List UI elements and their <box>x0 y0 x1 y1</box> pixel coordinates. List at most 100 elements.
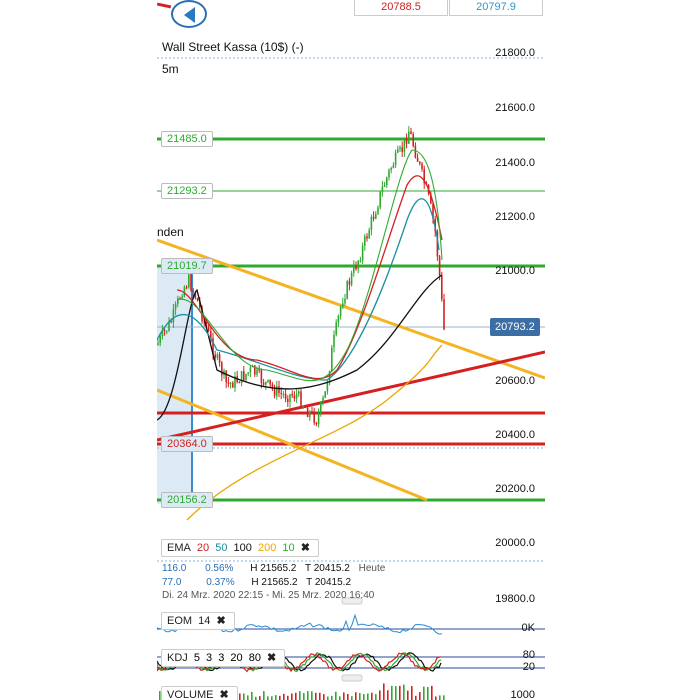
volume-bar <box>335 691 337 700</box>
volume-bar <box>315 692 317 700</box>
candle-body <box>232 382 234 388</box>
volume-bar <box>415 695 417 700</box>
candle-body <box>218 354 221 363</box>
candle-body <box>214 354 216 359</box>
volume-bar <box>399 685 401 700</box>
candle-body <box>269 379 271 385</box>
candle-body <box>403 138 406 152</box>
candle-body <box>339 306 342 316</box>
candle-body <box>300 391 302 408</box>
level-tag-20156[interactable]: 20156.2 <box>161 492 213 508</box>
ask-price: 20797.9 <box>476 1 516 13</box>
candle-body <box>245 373 247 381</box>
volume-bar <box>291 693 293 700</box>
ema-legend[interactable]: EMA 20 50 100 200 10 ✖ <box>161 539 319 557</box>
candle-body <box>337 315 340 323</box>
volume-bar <box>279 695 281 700</box>
candle-body <box>326 382 329 392</box>
y-tick-19800: 19800.0 <box>495 593 535 605</box>
volume-legend[interactable]: VOLUME ✖ <box>161 686 238 700</box>
volume-bar <box>411 686 413 700</box>
candle-body <box>401 147 403 152</box>
volume-bar <box>271 696 273 700</box>
candle-body <box>229 382 232 384</box>
level-tag-21293[interactable]: 21293.2 <box>161 183 213 199</box>
candle-body <box>306 407 309 418</box>
eom-period: 14 <box>198 615 211 627</box>
volume-bar <box>251 691 253 700</box>
volume-bar <box>267 696 269 700</box>
kdj-param-5: 80 <box>248 652 261 664</box>
kdj-legend[interactable]: KDJ 5 3 3 20 80 ✖ <box>161 649 286 667</box>
ema-period-20: 20 <box>196 542 210 554</box>
candle-body <box>249 367 252 373</box>
volume-axis-label: 1000 <box>510 689 535 700</box>
eom-legend[interactable]: EOM 14 ✖ <box>161 612 235 630</box>
candle-body <box>414 145 417 158</box>
volume-bar <box>347 694 349 700</box>
volume-bar <box>239 693 241 700</box>
candle-body <box>309 411 311 418</box>
ema-close-icon[interactable]: ✖ <box>301 542 310 554</box>
bid-price: 20788.5 <box>381 1 421 13</box>
candle-body <box>302 406 304 408</box>
ema-period-200: 200 <box>257 542 277 554</box>
candle-body <box>320 402 322 414</box>
candle-body <box>243 371 245 381</box>
candle-body <box>289 394 291 402</box>
candle-body <box>267 379 269 382</box>
candle-body <box>291 394 293 396</box>
volume-bar <box>435 696 437 700</box>
kdj-axis-hi: 80 <box>522 649 535 661</box>
candle-body <box>390 167 392 170</box>
candle-body <box>412 134 414 146</box>
volume-bar <box>295 692 297 700</box>
current-price-tag: 20793.2 <box>490 318 540 336</box>
volume-bar <box>407 690 409 700</box>
stats-row-1: 116.0 0.56% H 21565.2 T 20415.2 Heute <box>162 563 385 574</box>
ask-price-box[interactable]: 20797.9 <box>449 0 543 16</box>
candle-body <box>366 236 368 239</box>
ema-100-line <box>157 274 443 421</box>
candle-body <box>379 191 381 208</box>
candle-body <box>280 392 282 394</box>
level-tag-21019[interactable]: 21019.7 <box>161 258 213 274</box>
candle-body <box>192 290 194 292</box>
candle-body <box>438 256 441 276</box>
volume-bar <box>327 696 329 700</box>
candle-body <box>372 216 375 219</box>
candle-body <box>405 138 408 144</box>
ema-label: EMA <box>167 542 191 554</box>
pane-resize-handle-2[interactable] <box>341 674 363 682</box>
timeframe-label[interactable]: 5m <box>162 62 179 76</box>
kdj-close-icon[interactable]: ✖ <box>267 652 276 664</box>
volume-bar <box>287 695 289 700</box>
volume-bar <box>375 694 377 700</box>
y-tick-21400: 21400.0 <box>495 157 535 169</box>
stat-low: T 20415.2 <box>304 563 350 574</box>
volume-close-icon[interactable]: ✖ <box>220 689 229 700</box>
volume-bar <box>247 695 249 700</box>
level-tag-20364[interactable]: 20364.0 <box>161 436 213 452</box>
candle-body <box>383 185 386 187</box>
volume-bar <box>383 683 385 700</box>
back-button[interactable] <box>171 0 207 28</box>
candle-body <box>311 411 313 413</box>
ema-period-10: 10 <box>282 542 295 554</box>
level-tag-21485[interactable]: 21485.0 <box>161 131 213 147</box>
volume-bar <box>391 685 393 700</box>
stat-change-abs: 116.0 <box>162 563 187 574</box>
candle-body <box>357 260 359 270</box>
chart-panel[interactable]: 20788.5 20797.9 Wall Street Kassa (10$) … <box>157 0 545 700</box>
candle-body <box>348 281 351 285</box>
volume-bar <box>259 696 261 700</box>
candle-body <box>397 149 399 153</box>
volume-bar <box>387 690 389 700</box>
eom-close-icon[interactable]: ✖ <box>216 615 225 627</box>
bid-price-box[interactable]: 20788.5 <box>354 0 448 16</box>
y-tick-20400: 20400.0 <box>495 429 535 441</box>
candle-body <box>381 186 384 192</box>
volume-bar <box>303 693 305 700</box>
candle-body <box>260 370 263 383</box>
candle-body <box>258 369 260 371</box>
